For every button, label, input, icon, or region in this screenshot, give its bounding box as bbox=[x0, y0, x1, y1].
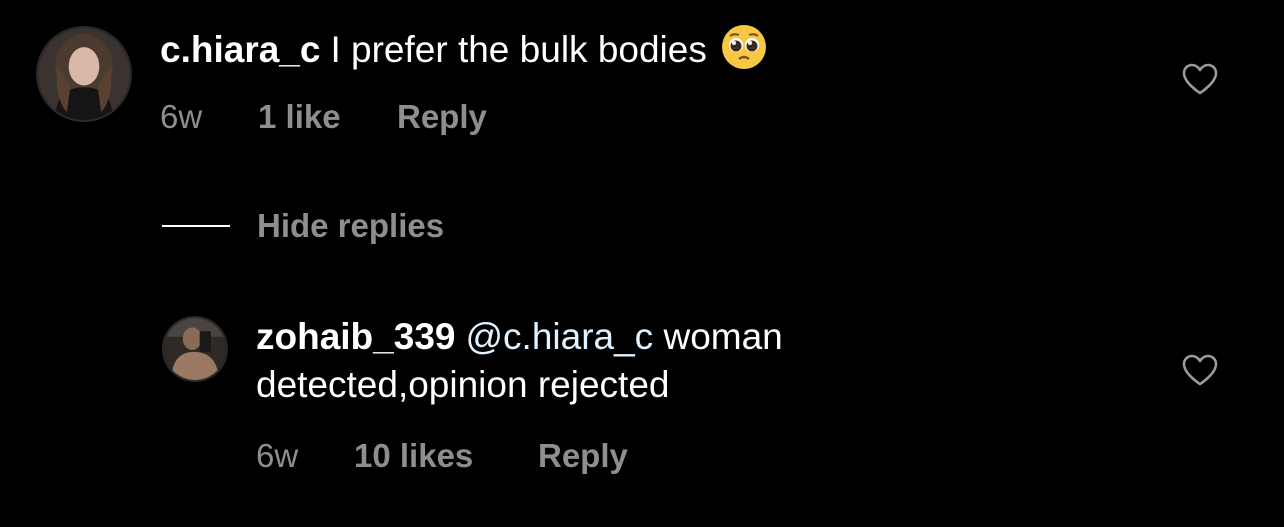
avatar-photo bbox=[38, 28, 130, 120]
comment-age: 6w bbox=[160, 98, 203, 135]
reply-username[interactable]: zohaib_339 bbox=[256, 316, 455, 357]
comment-username[interactable]: c.hiara_c bbox=[160, 29, 320, 70]
reply-mention[interactable]: @c.hiara_c bbox=[465, 316, 653, 357]
reply-button[interactable]: Reply bbox=[538, 436, 628, 476]
reply-avatar[interactable] bbox=[162, 316, 228, 382]
hide-replies-label[interactable]: Hide replies bbox=[257, 206, 444, 246]
comment-meta: 6w 1 like Reply bbox=[160, 97, 560, 137]
reply-age: 6w bbox=[256, 437, 299, 474]
heart-outline-icon[interactable] bbox=[1181, 353, 1219, 387]
reply-button[interactable]: Reply bbox=[397, 97, 487, 137]
avatar[interactable] bbox=[36, 26, 132, 122]
pleading-face-emoji bbox=[721, 24, 767, 70]
comment-body: I prefer the bulk bodies bbox=[330, 29, 707, 70]
reply-likes[interactable]: 10 likes bbox=[354, 436, 473, 476]
reply-meta: 6w 10 likes Reply bbox=[256, 436, 676, 476]
avatar-photo bbox=[164, 318, 226, 380]
reply-body-line-1: woman bbox=[663, 316, 783, 357]
heart-outline-icon[interactable] bbox=[1181, 62, 1219, 96]
replies-divider-line bbox=[162, 225, 230, 227]
reply-text-line-1: zohaib_339 @c.hiara_c woman bbox=[256, 314, 783, 360]
reply-body-line-2: detected,opinion rejected bbox=[256, 364, 670, 405]
comment-text: c.hiara_c I prefer the bulk bodies bbox=[160, 24, 767, 73]
comment-likes[interactable]: 1 like bbox=[258, 97, 341, 137]
reply-text-line-2: detected,opinion rejected bbox=[256, 362, 669, 408]
